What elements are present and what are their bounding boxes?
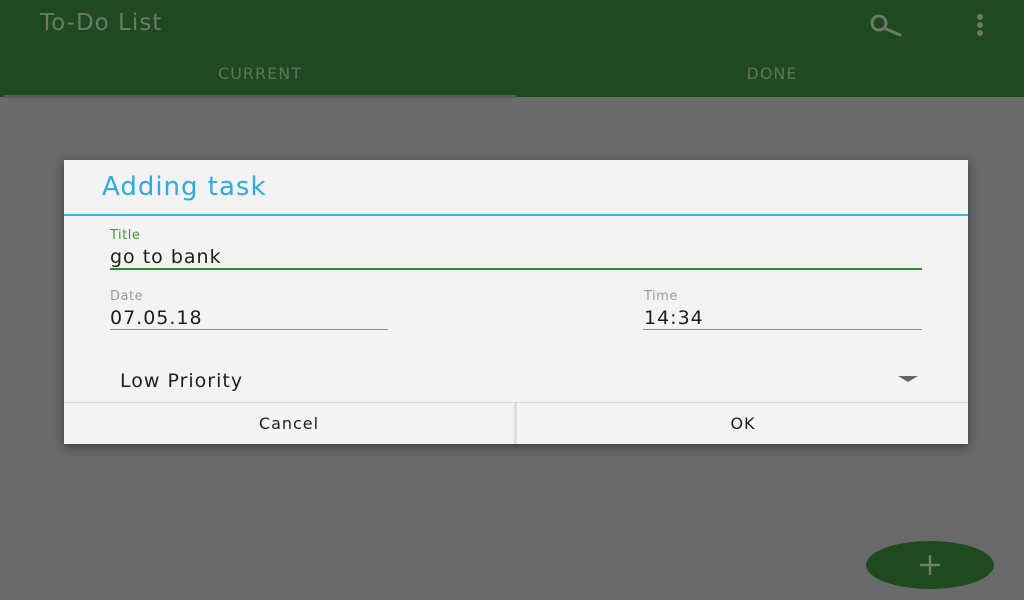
buttons-separator [514,403,517,444]
ok-button[interactable]: OK [518,403,968,444]
date-field-label: Date [110,289,144,304]
screen: To-Do List CURRENT DONE Adding task Titl… [0,0,1024,600]
title-input[interactable]: go to bank [110,246,222,268]
date-input[interactable]: 07.05.18 [110,307,203,329]
dialog-title: Adding task [102,172,267,202]
cancel-button[interactable]: Cancel [64,403,514,444]
time-field-label: Time [644,289,678,304]
dropdown-arrow-icon [898,376,918,382]
app-bar: To-Do List CURRENT DONE [0,0,1024,98]
tab-done-label: DONE [746,64,798,83]
time-input[interactable]: 14:34 [644,307,704,329]
more-vert-icon[interactable] [972,13,988,37]
add-task-dialog: Adding task Title go to bank Date 07.05.… [64,160,968,444]
title-field-label: Title [110,228,141,243]
time-input-underline [643,329,922,330]
app-title: To-Do List [40,10,163,36]
search-icon[interactable] [864,14,904,38]
dialog-title-divider [64,214,968,216]
tab-current-label: CURRENT [218,64,302,83]
add-icon [920,555,940,575]
title-input-underline [110,268,922,270]
tab-done[interactable]: DONE [516,50,1024,97]
priority-selected-value: Low Priority [120,370,244,392]
tab-current[interactable]: CURRENT [4,50,516,97]
priority-select[interactable]: Low Priority [64,360,968,402]
date-input-underline [110,329,388,330]
tab-indicator [4,95,516,98]
add-task-fab[interactable] [866,541,994,589]
